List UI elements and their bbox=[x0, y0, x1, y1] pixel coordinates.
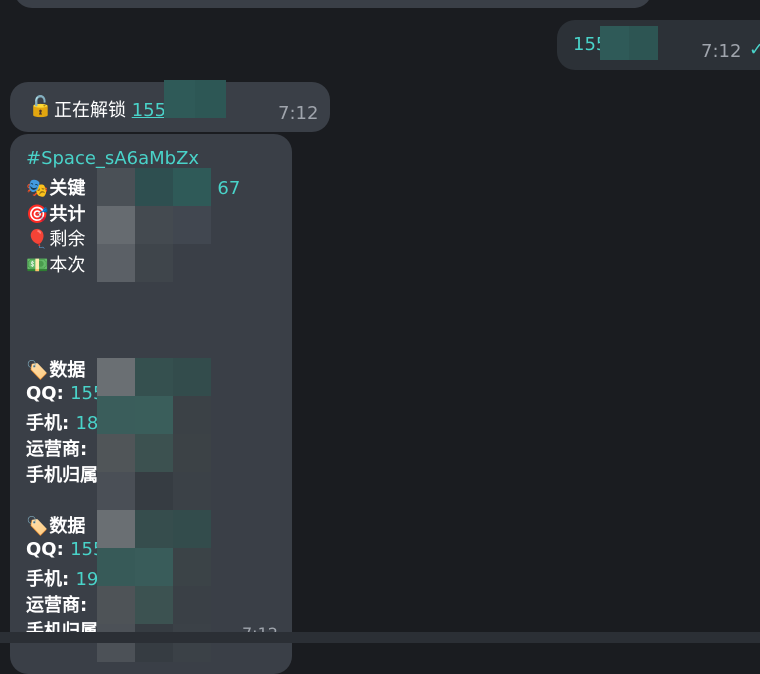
total-label: 共计 bbox=[49, 204, 86, 225]
read-check-icon: ✓ bbox=[749, 39, 760, 60]
qq-label: QQ: bbox=[26, 383, 64, 404]
target-icon: 🎯 bbox=[26, 204, 49, 225]
redaction-mosaic bbox=[164, 80, 226, 118]
composer-bar bbox=[0, 632, 760, 643]
tag-icon: 🏷️ bbox=[26, 516, 49, 537]
space-hashtag[interactable]: #Space_sA6aMbZx bbox=[26, 148, 199, 169]
remaining-label: 剩余 bbox=[49, 229, 86, 250]
carrier-line: 运营商: bbox=[26, 591, 87, 617]
total-line: 🎯共计 bbox=[26, 200, 85, 226]
phone-label: 手机: bbox=[26, 413, 70, 434]
redaction-mosaic bbox=[600, 26, 658, 60]
data-block-title: 数据 bbox=[49, 516, 86, 537]
money-icon: 💵 bbox=[26, 255, 49, 276]
data-block-header: 🏷️数据 bbox=[26, 512, 85, 538]
message-timestamp: 7:12 bbox=[278, 103, 319, 124]
cost-label: 本次 bbox=[49, 255, 86, 276]
unlock-icon: 🔓 bbox=[28, 94, 53, 118]
data-block-header: 🏷️数据 bbox=[26, 356, 85, 382]
qq-label: QQ: bbox=[26, 539, 64, 560]
phone-location-label: 手机归属 bbox=[26, 465, 98, 486]
phone-line: 手机: 18 bbox=[26, 409, 98, 435]
qq-line: QQ: 155 bbox=[26, 539, 104, 560]
data-block-title: 数据 bbox=[49, 360, 86, 381]
carrier-label: 运营商: bbox=[26, 595, 88, 616]
cost-line: 💵本次 bbox=[26, 251, 85, 277]
unlock-label: 正在解锁 bbox=[54, 100, 132, 121]
previous-message-bubble bbox=[14, 0, 652, 8]
carrier-label: 运营商: bbox=[26, 439, 88, 460]
phone-value: 19 bbox=[75, 569, 99, 590]
redaction-mosaic bbox=[97, 206, 211, 244]
carrier-line: 运营商: bbox=[26, 435, 87, 461]
phone-value: 18 bbox=[75, 413, 99, 434]
keyword-label: 关键 bbox=[49, 178, 86, 199]
keyword-value: 67 bbox=[217, 178, 241, 199]
outgoing-message-bubble[interactable]: 155 567 7:12 ✓ bbox=[557, 20, 760, 70]
redaction-mosaic bbox=[97, 244, 173, 282]
balloon-icon: 🎈 bbox=[26, 229, 49, 250]
masks-icon: 🎭 bbox=[26, 178, 49, 199]
redaction-mosaic bbox=[97, 358, 211, 510]
tag-icon: 🏷️ bbox=[26, 360, 49, 381]
message-timestamp: 7:12 bbox=[701, 41, 742, 62]
phone-line: 手机: 19 bbox=[26, 565, 98, 591]
remaining-line: 🎈剩余 bbox=[26, 225, 85, 251]
qq-line: QQ: 155 bbox=[26, 383, 104, 404]
phone-label: 手机: bbox=[26, 569, 70, 590]
phone-location-line: 手机归属 bbox=[26, 461, 98, 487]
